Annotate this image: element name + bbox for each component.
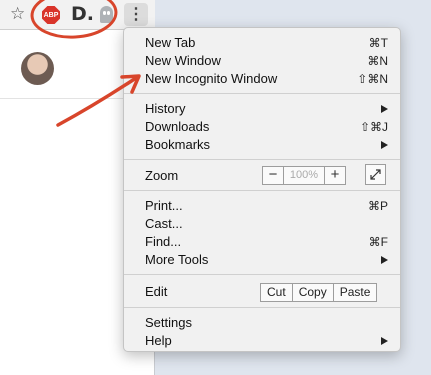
menu-item-help[interactable]: Help xyxy=(124,332,400,350)
menu-separator xyxy=(124,307,400,308)
avatar[interactable] xyxy=(21,52,54,85)
menu-item-label: Edit xyxy=(145,284,168,299)
menu-item-more-tools[interactable]: More Tools xyxy=(124,251,400,269)
menu-item-label: Print... xyxy=(145,198,183,213)
menu-item-label: Cast... xyxy=(145,216,183,231)
menu-item-new-incognito-window[interactable]: New Incognito Window ⇧⌘N xyxy=(124,70,400,88)
menu-item-new-tab[interactable]: New Tab ⌘T xyxy=(124,34,400,52)
d-extension-icon[interactable]: D. xyxy=(71,3,94,25)
submenu-arrow-icon xyxy=(381,337,388,345)
menu-separator xyxy=(124,274,400,275)
menu-item-label: New Incognito Window xyxy=(145,71,278,86)
menu-separator xyxy=(124,190,400,191)
fullscreen-icon xyxy=(370,169,381,180)
shortcut: ⌘T xyxy=(368,36,388,50)
zoom-in-button[interactable]: + xyxy=(325,167,345,184)
menu-item-label: Bookmarks xyxy=(145,137,211,152)
zoom-level: 100% xyxy=(283,167,325,184)
menu-item-print[interactable]: Print... ⌘P xyxy=(124,197,400,215)
fullscreen-button[interactable] xyxy=(365,164,386,185)
zoom-out-button[interactable]: − xyxy=(263,167,283,184)
shortcut: ⌘P xyxy=(367,199,388,213)
cut-button[interactable]: Cut xyxy=(261,284,292,301)
menu-item-label: New Window xyxy=(145,53,221,68)
shortcut: ⇧⌘N xyxy=(357,72,388,86)
menu-item-settings[interactable]: Settings xyxy=(124,314,400,332)
menu-item-label: Settings xyxy=(145,315,192,330)
shortcut: ⌘F xyxy=(368,235,388,249)
menu-item-cast[interactable]: Cast... xyxy=(124,215,400,233)
edit-controls: Cut Copy Paste xyxy=(260,283,378,302)
menu-item-label: Zoom xyxy=(145,168,179,183)
menu-item-history[interactable]: History xyxy=(124,100,400,118)
star-icon[interactable]: ☆ xyxy=(10,5,25,23)
shortcut: ⌘N xyxy=(367,54,388,68)
zoom-control: − 100% + xyxy=(262,166,346,185)
paste-button[interactable]: Paste xyxy=(332,284,377,301)
copy-button[interactable]: Copy xyxy=(291,284,333,301)
menu-item-label: Help xyxy=(145,333,172,348)
browser-toolbar: ☆ ABP D. ⋮ xyxy=(0,0,155,30)
shortcut: ⇧⌘J xyxy=(359,120,388,134)
submenu-arrow-icon xyxy=(381,256,388,264)
menu-item-bookmarks[interactable]: Bookmarks xyxy=(124,136,400,154)
menu-item-find[interactable]: Find... ⌘F xyxy=(124,233,400,251)
menu-separator xyxy=(124,159,400,160)
chrome-menu: New Tab ⌘T New Window ⌘N New Incognito W… xyxy=(123,27,401,352)
menu-separator xyxy=(124,93,400,94)
menu-item-label: Find... xyxy=(145,234,182,249)
menu-item-label: More Tools xyxy=(145,252,209,267)
menu-item-label: History xyxy=(145,101,186,116)
menu-item-downloads[interactable]: Downloads ⇧⌘J xyxy=(124,118,400,136)
adblock-plus-icon[interactable]: ABP xyxy=(42,6,60,24)
chrome-menu-button[interactable]: ⋮ xyxy=(124,3,148,26)
submenu-arrow-icon xyxy=(381,105,388,113)
menu-item-new-window[interactable]: New Window ⌘N xyxy=(124,52,400,70)
ghostery-icon[interactable] xyxy=(100,6,113,23)
submenu-arrow-icon xyxy=(381,141,388,149)
menu-item-label: Downloads xyxy=(145,119,210,134)
menu-item-label: New Tab xyxy=(145,35,196,50)
